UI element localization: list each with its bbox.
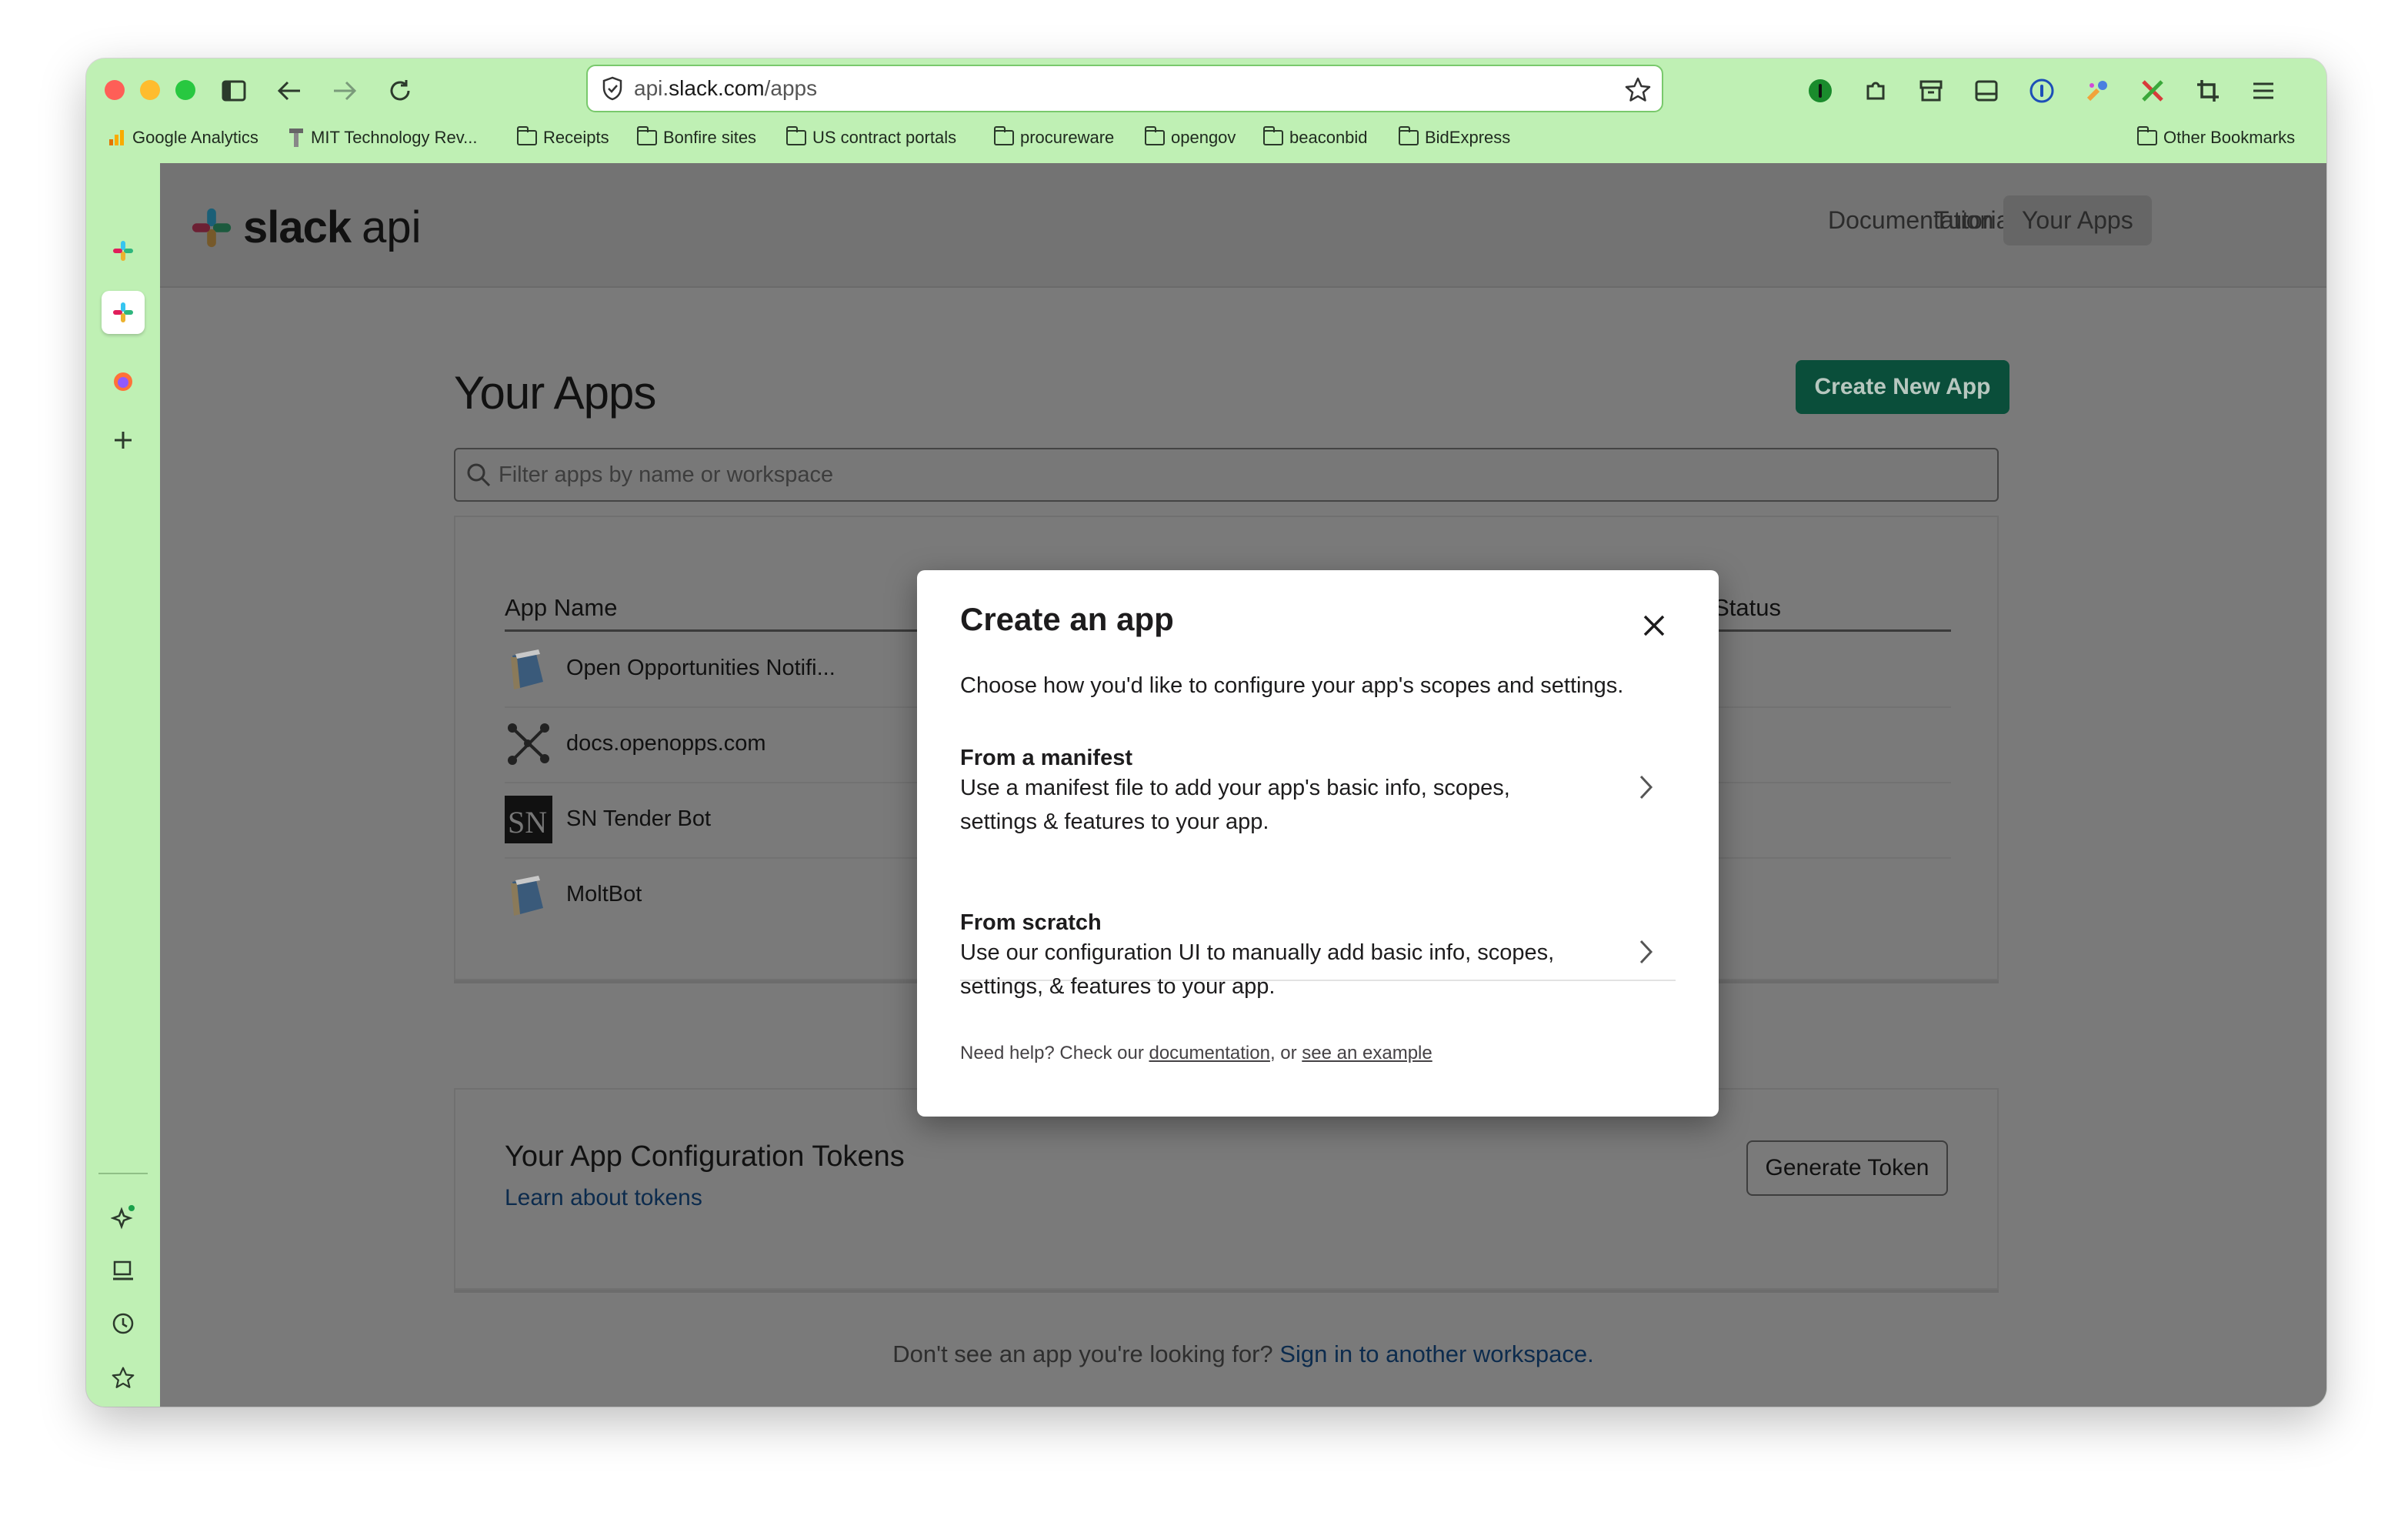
see-an-example-link[interactable]: see an example: [1302, 1043, 1432, 1063]
slack-logo-icon: [189, 205, 234, 250]
firefox-icon[interactable]: [106, 365, 140, 399]
onepassword-extension-icon[interactable]: [1803, 74, 1837, 108]
option-title: From a manifest: [960, 746, 1132, 770]
tab-layout-icon[interactable]: [1969, 74, 2003, 108]
option-description: Use our configuration UI to manually add…: [960, 940, 1555, 999]
password-manager-icon[interactable]: [2025, 74, 2059, 108]
modal-subtitle: Choose how you'd like to configure your …: [960, 673, 1624, 698]
color-picker-icon[interactable]: [2080, 74, 2114, 108]
synced-tabs-icon[interactable]: [106, 1254, 140, 1288]
column-header-app-name: App Name: [505, 594, 618, 621]
bookmark-beaconbid[interactable]: beaconbid: [1262, 126, 1368, 148]
bookmark-google-analytics[interactable]: Google Analytics: [108, 128, 258, 148]
documentation-link[interactable]: documentation: [1149, 1043, 1269, 1063]
footer-message: Don't see an app you're looking for? Sig…: [892, 1340, 1594, 1367]
bookmarks-star-icon[interactable]: [106, 1360, 140, 1394]
bookmark-receipts[interactable]: Receipts: [516, 126, 609, 148]
create-new-app-button[interactable]: Create New App: [1796, 360, 2009, 414]
bookmark-opengov[interactable]: opengov: [1144, 126, 1236, 148]
shield-icon: [602, 76, 623, 101]
search-icon: [466, 462, 491, 487]
option-title: From scratch: [960, 910, 1102, 935]
slack-sidebar-icon[interactable]: [106, 234, 140, 268]
filter-apps-input[interactable]: Filter apps by name or workspace: [454, 448, 1999, 502]
tools-extension-icon[interactable]: [2136, 74, 2170, 108]
browser-window: api.slack.com/apps Google Analytics MIT …: [86, 58, 2326, 1407]
history-clock-icon[interactable]: [106, 1307, 140, 1340]
tokens-title: Your App Configuration Tokens: [505, 1140, 905, 1173]
close-window-button[interactable]: [105, 80, 125, 100]
back-arrow-icon[interactable]: [272, 74, 306, 108]
folder-icon: [1262, 126, 1283, 145]
folder-icon: [1144, 126, 1165, 145]
page-content: slack api Documentation Tutorials Your A…: [160, 163, 2326, 1407]
help-text: Need help? Check our documentation, or s…: [960, 1043, 1432, 1063]
url-bar[interactable]: api.slack.com/apps: [586, 65, 1663, 112]
chevron-right-icon: [1639, 775, 1653, 800]
config-tokens-card: Your App Configuration Tokens Learn abou…: [454, 1088, 1999, 1290]
folder-icon: [785, 126, 806, 145]
forward-arrow-icon[interactable]: [328, 74, 362, 108]
book-icon: [511, 876, 543, 916]
book-icon: [511, 649, 543, 689]
folder-icon: [1398, 126, 1419, 145]
bookmark-other-bookmarks[interactable]: Other Bookmarks: [2136, 126, 2295, 148]
chevron-right-icon: [1639, 940, 1653, 964]
app-name[interactable]: MoltBot: [566, 882, 642, 907]
crop-icon[interactable]: [2191, 74, 2225, 108]
option-description: Use a manifest file to add your app's ba…: [960, 776, 1510, 834]
generate-token-button[interactable]: Generate Token: [1746, 1140, 1948, 1196]
option-from-manifest[interactable]: From a manifest Use a manifest file to a…: [960, 746, 1676, 839]
nav-your-apps[interactable]: Your Apps: [2003, 195, 2152, 245]
ai-sparkle-icon[interactable]: [106, 1200, 140, 1234]
reload-icon[interactable]: [383, 74, 417, 108]
bookmark-us-contract-portals[interactable]: US contract portals: [785, 126, 956, 148]
option-from-scratch[interactable]: From scratch Use our configuration UI to…: [960, 910, 1676, 1003]
bookmark-star-icon[interactable]: [1625, 77, 1651, 102]
bookmark-bonfire-sites[interactable]: Bonfire sites: [636, 126, 756, 148]
folder-icon: [516, 126, 537, 145]
slack-api-logo[interactable]: slack api: [189, 202, 422, 253]
sidebar-divider: [98, 1173, 148, 1174]
create-app-modal: Create an app Choose how you'd like to c…: [917, 570, 1719, 1117]
folder-icon: [2136, 126, 2157, 145]
archive-icon[interactable]: [1914, 74, 1948, 108]
learn-about-tokens-link[interactable]: Learn about tokens: [505, 1185, 702, 1211]
url-text: api.slack.com/apps: [634, 76, 818, 100]
sidebar-toggle-icon[interactable]: [217, 74, 251, 108]
browser-sidebar: [86, 159, 160, 1407]
filter-placeholder: Filter apps by name or workspace: [499, 462, 834, 487]
app-name[interactable]: Open Opportunities Notifi...: [566, 656, 835, 681]
page-title: Your Apps: [454, 367, 656, 419]
bookmarks-bar: Google Analytics MIT Technology Rev... R…: [86, 125, 2326, 159]
bookmark-mit-technology-review[interactable]: MIT Technology Rev...: [289, 128, 477, 148]
minimize-window-button[interactable]: [140, 80, 160, 100]
svg-text:SN: SN: [508, 805, 547, 840]
extensions-puzzle-icon[interactable]: [1859, 74, 1893, 108]
modal-title: Create an app: [960, 601, 1174, 637]
analytics-bars-icon: [108, 129, 126, 147]
bookmark-procureware[interactable]: procureware: [993, 126, 1114, 148]
mit-logo-icon: [289, 129, 303, 147]
bookmark-bidexpress[interactable]: BidExpress: [1398, 126, 1510, 148]
sn-logo-icon: SN: [505, 796, 552, 843]
browser-toolbar: api.slack.com/apps: [86, 58, 2326, 123]
app-name[interactable]: docs.openopps.com: [566, 731, 766, 756]
folder-icon: [636, 126, 657, 145]
network-icon: [508, 723, 549, 765]
close-icon[interactable]: [1636, 607, 1673, 644]
sign-in-another-workspace-link[interactable]: Sign in to another workspace.: [1279, 1340, 1593, 1367]
slack-api-header: slack api Documentation Tutorials Your A…: [160, 163, 2326, 288]
menu-hamburger-icon[interactable]: [2246, 74, 2280, 108]
zoom-window-button[interactable]: [175, 80, 195, 100]
add-icon[interactable]: [106, 423, 140, 457]
app-name[interactable]: SN Tender Bot: [566, 806, 711, 832]
slack-active-tab-icon[interactable]: [102, 291, 145, 334]
folder-icon: [993, 126, 1014, 145]
